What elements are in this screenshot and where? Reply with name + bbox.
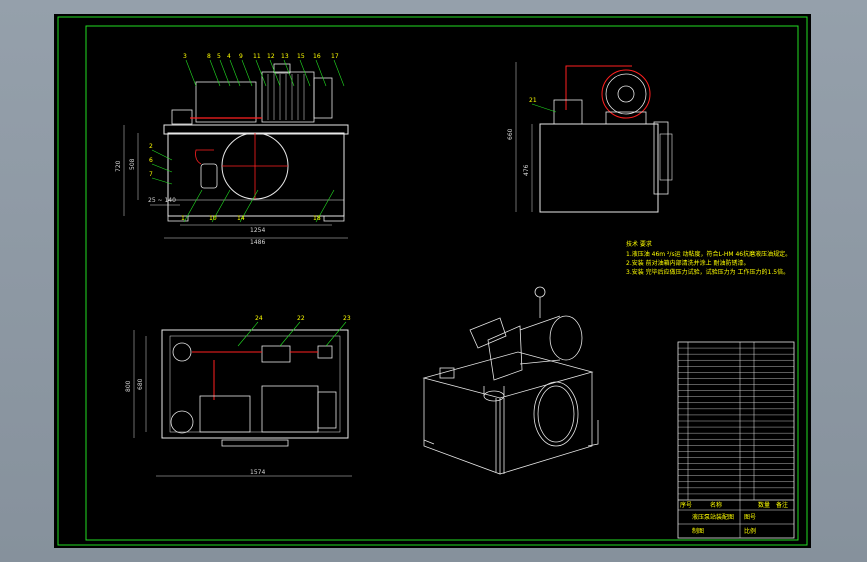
dim-front-height-outer: 720 <box>115 160 122 172</box>
balloon-label: 17 <box>331 53 339 60</box>
notes-title: 技术 要求 <box>626 240 652 248</box>
dim-side-height-inner: 476 <box>523 164 530 176</box>
balloon-label: 8 <box>207 53 211 60</box>
balloon-label: 5 <box>217 53 221 60</box>
dim-front-height-inner: 508 <box>129 158 136 170</box>
balloon-label: 3 <box>183 53 187 60</box>
balloon-label: 12 <box>267 53 275 60</box>
tb-header-remark: 备注 <box>776 501 788 509</box>
balloon-label: 9 <box>239 53 243 60</box>
balloon-label: 14 <box>237 215 245 222</box>
balloon-label: 1 <box>181 215 185 222</box>
notes-line-2: 2.安装 前对油箱内部清洗并涂上 耐油防锈漆。 <box>626 259 750 267</box>
balloon-label: 23 <box>343 315 351 322</box>
dim-top-height-inner: 680 <box>137 378 144 390</box>
balloon-label: 11 <box>253 53 261 60</box>
tb-header-no: 序号 <box>680 501 692 509</box>
tb-sheet: 图号 <box>744 514 756 521</box>
tb-header-qty: 数量 <box>758 501 770 509</box>
balloon-label: 2 <box>149 143 153 150</box>
dim-side-height-outer: 660 <box>507 128 514 140</box>
dim-front-offset: 25 ~ 140 <box>148 197 176 204</box>
notes-line-3: 3.安装 完毕后应做压力试验，试验压力为 工作压力的1.5倍。 <box>626 268 789 276</box>
drawing-sheet: 3 8 5 4 9 11 12 13 15 16 17 2 6 7 1 10 14 18 720 508 1254… <box>54 14 811 548</box>
balloon-label: 24 <box>255 315 263 322</box>
tb-title: 液压泵站装配图 <box>692 513 734 521</box>
balloon-label: 15 <box>297 53 305 60</box>
balloon-label: 16 <box>313 53 321 60</box>
dim-top-height-outer: 800 <box>125 380 132 392</box>
balloon-label: 7 <box>149 171 153 178</box>
notes-line-1: 1.液压油 46m ²/s运 动粘度，符合L-HM 46抗磨液压油规定。 <box>626 250 791 258</box>
balloon-label: 18 <box>313 215 321 222</box>
tb-scale: 比例 <box>744 527 756 535</box>
tb-header-name: 名称 <box>710 501 722 509</box>
balloon-label: 6 <box>149 157 153 164</box>
paper-background <box>54 14 811 548</box>
balloon-label: 10 <box>209 215 217 222</box>
dim-front-width-outer: 1486 <box>250 239 265 246</box>
cad-viewport[interactable]: 3 8 5 4 9 11 12 13 15 16 17 2 6 7 1 10 14 18 720 508 1254… <box>0 0 867 562</box>
dim-front-width-inner: 1254 <box>250 227 265 234</box>
balloon-label: 13 <box>281 53 289 60</box>
balloon-label: 21 <box>529 97 537 104</box>
balloon-label: 4 <box>227 53 231 60</box>
balloon-label: 22 <box>297 315 305 322</box>
dim-top-width: 1574 <box>250 469 265 476</box>
tb-drawn: 制图 <box>692 527 704 535</box>
